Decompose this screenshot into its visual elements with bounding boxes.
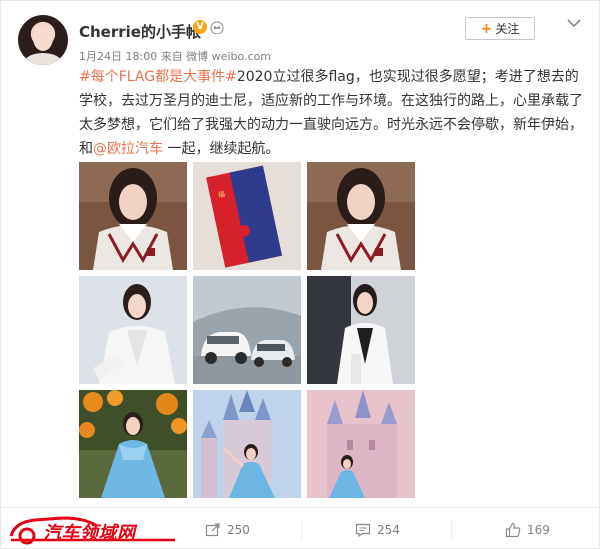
comment-count: 254 <box>377 523 400 537</box>
like-count: 169 <box>527 523 550 537</box>
footer-separator <box>301 520 302 540</box>
plus-icon: + <box>480 20 493 37</box>
post-text-end: 一起，继续起航。 <box>163 141 280 157</box>
photo-castle-princess-pink[interactable] <box>307 390 415 498</box>
mention-link[interactable]: @欧拉汽车 <box>93 141 163 157</box>
member-crown-icon[interactable] <box>210 21 224 34</box>
footer-separator <box>451 520 452 540</box>
repost-button[interactable]: 250 <box>205 520 250 540</box>
photo-red-envelope[interactable]: 福 <box>193 162 301 270</box>
footer-divider <box>1 507 600 508</box>
follow-button[interactable]: + 关注 <box>465 17 535 40</box>
repost-icon <box>205 523 220 537</box>
repost-count: 250 <box>227 523 250 537</box>
chevron-down-icon[interactable] <box>567 18 581 28</box>
photo-castle-princess[interactable] <box>193 390 301 498</box>
photo-white-cars[interactable] <box>193 276 301 384</box>
hashtag-link[interactable]: #每个FLAG都是大事件# <box>79 69 237 85</box>
comment-button[interactable]: 254 <box>355 520 400 540</box>
image-grid: 福 <box>79 162 415 498</box>
watermark-text: 汽车领域网 <box>43 523 136 544</box>
like-button[interactable]: 169 <box>505 520 550 540</box>
verified-icon: V <box>193 20 207 34</box>
weibo-post-card: Cherrie的小手帐 V 1月24日 18:00 来自 微博 weibo.co… <box>0 0 600 549</box>
follow-label: 关注 <box>495 22 520 36</box>
photo-portrait-blazer-dark[interactable] <box>307 276 415 384</box>
author-name[interactable]: Cherrie的小手帐 <box>79 21 201 42</box>
post-meta: 1月24日 18:00 来自 微博 weibo.com <box>79 50 272 63</box>
photo-portrait-sweater-2[interactable] <box>307 162 415 270</box>
photo-portrait-sweater[interactable] <box>79 162 187 270</box>
comment-icon <box>355 523 371 538</box>
photo-portrait-white-blazer[interactable] <box>79 276 187 384</box>
avatar[interactable] <box>18 15 68 65</box>
photo-halloween-princess[interactable] <box>79 390 187 498</box>
thumbs-up-icon <box>505 522 521 538</box>
post-text: #每个FLAG都是大事件#2020立过很多flag，也实现过很多愿望；考进了想去… <box>79 65 584 161</box>
